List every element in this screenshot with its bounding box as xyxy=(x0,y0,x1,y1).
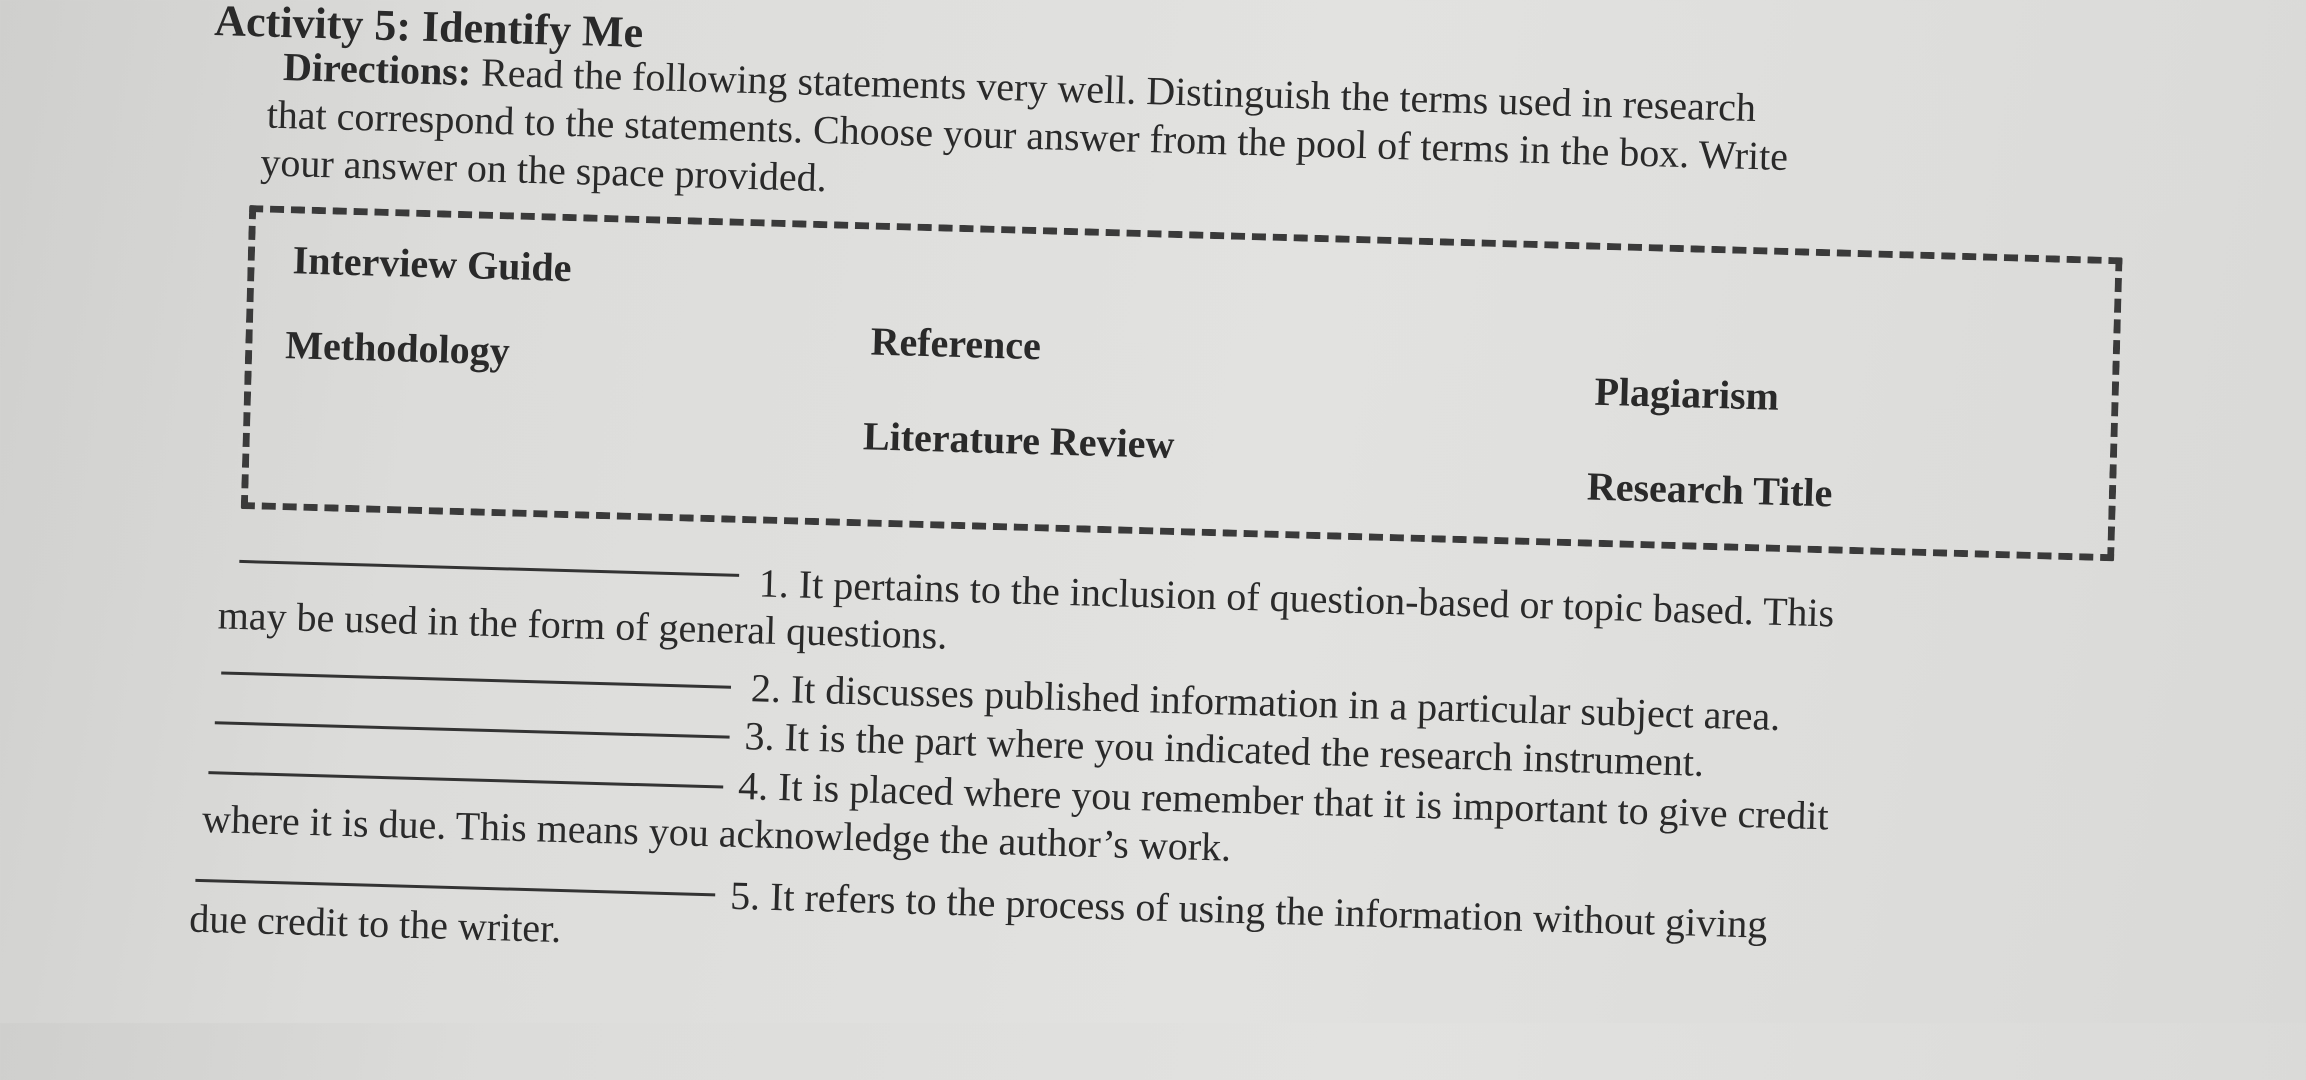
term-research-title: Research Title xyxy=(1586,463,1834,516)
term-plagiarism: Plagiarism xyxy=(1593,368,1780,419)
answer-blank-3[interactable] xyxy=(214,721,730,739)
answer-blank-2[interactable] xyxy=(221,671,732,689)
question-5-text-cont: due credit to the writer. xyxy=(188,895,562,952)
answer-blank-5[interactable] xyxy=(195,878,716,897)
directions-label: Directions: xyxy=(282,43,472,95)
question-5-text: 5. It refers to the process of using the… xyxy=(729,872,1768,947)
worksheet-page: Activity 5: Identify Me Directions: Read… xyxy=(0,0,2305,1080)
answer-blank-4[interactable] xyxy=(208,771,724,789)
term-literature-review: Literature Review xyxy=(862,413,1175,467)
term-reference: Reference xyxy=(870,318,1042,369)
term-interview-guide: Interview Guide xyxy=(292,237,573,291)
answer-blank-1[interactable] xyxy=(239,559,740,577)
term-methodology: Methodology xyxy=(284,322,511,374)
